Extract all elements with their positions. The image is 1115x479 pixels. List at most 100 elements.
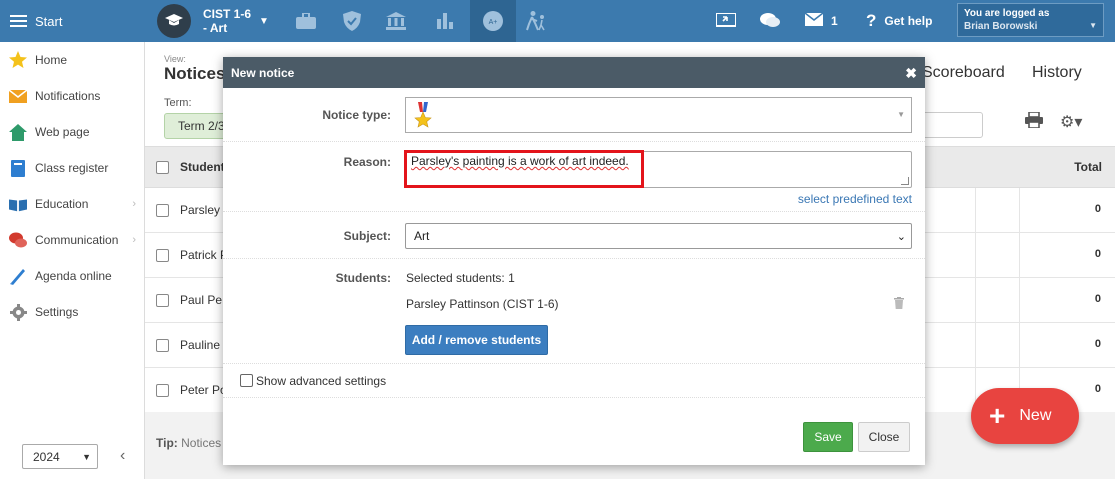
- chat-icon[interactable]: [760, 0, 780, 42]
- notice-award-icon[interactable]: A+: [470, 0, 516, 42]
- notebook-icon: [9, 159, 27, 177]
- close-icon[interactable]: ✖: [905, 65, 917, 82]
- student-name: Peter Po: [180, 383, 227, 397]
- fab-label: New: [1019, 407, 1052, 424]
- sidebar-item-class-register[interactable]: Class register: [0, 150, 144, 186]
- sidebar-item-label: Education: [35, 197, 89, 211]
- select-all-checkbox[interactable]: [156, 161, 169, 174]
- get-help-label: Get help: [884, 14, 933, 28]
- student-name: Pauline: [180, 338, 221, 352]
- sidebar-item-notifications[interactable]: Notifications: [0, 78, 144, 114]
- search-input[interactable]: [915, 112, 983, 138]
- top-bar: Start CIST 1-6 - Art ▼ A+ 1 ? Get help Y…: [0, 0, 1115, 42]
- chevron-down-icon: ▼: [259, 15, 269, 27]
- selected-students-count: Selected students: 1: [406, 271, 515, 285]
- trash-icon[interactable]: [894, 297, 904, 312]
- sidebar-item-label: Settings: [35, 305, 79, 319]
- medal-icon: [414, 102, 432, 132]
- row-total: 0: [1094, 203, 1101, 215]
- page-title: Notices: [164, 64, 226, 83]
- shield-icon[interactable]: [331, 0, 373, 42]
- sidebar-item-label: Communication: [35, 233, 119, 247]
- screen-share-icon[interactable]: [716, 0, 736, 42]
- row-total: 0: [1094, 383, 1101, 395]
- class-name-line1: CIST 1-6: [203, 7, 252, 21]
- sidebar-item-communication[interactable]: Communication ›: [0, 222, 144, 258]
- row-total: 0: [1094, 338, 1101, 350]
- close-button[interactable]: Close: [858, 422, 910, 452]
- class-selector[interactable]: CIST 1-6 - Art ▼: [157, 4, 269, 38]
- tip-body: Notices: [181, 436, 222, 450]
- show-advanced-settings-label[interactable]: Show advanced settings: [256, 374, 386, 388]
- view-label: View:: [164, 54, 186, 64]
- notice-type-label: Notice type:: [322, 108, 391, 122]
- gear-icon[interactable]: ⚙▾: [1060, 112, 1082, 132]
- resize-handle-icon[interactable]: [901, 177, 909, 185]
- briefcase-icon[interactable]: [285, 0, 327, 42]
- bar-chart-icon[interactable]: [424, 0, 466, 42]
- student-name: Parsley: [180, 203, 221, 217]
- subject-label: Subject:: [343, 229, 391, 243]
- sidebar-item-agenda-online[interactable]: Agenda online: [0, 258, 144, 294]
- class-name-line2: - Art: [203, 21, 228, 35]
- institution-icon[interactable]: [375, 0, 417, 42]
- column-header-total: Total: [1074, 160, 1102, 174]
- plus-icon: +: [989, 400, 1006, 431]
- notice-type-select[interactable]: ▼: [405, 97, 912, 133]
- sidebar-item-home[interactable]: Home: [0, 42, 144, 78]
- sidebar-item-education[interactable]: Education ›: [0, 186, 144, 222]
- sidebar-item-settings[interactable]: Settings: [0, 294, 144, 330]
- row-checkbox[interactable]: [156, 204, 169, 217]
- year-select[interactable]: 2024 ▼: [22, 444, 98, 469]
- column-divider: [1019, 188, 1020, 413]
- subject-value: Art: [414, 229, 430, 243]
- collapse-sidebar-icon[interactable]: ‹: [120, 447, 125, 465]
- dialog-header: New notice ✖: [223, 57, 925, 88]
- row-checkbox[interactable]: [156, 339, 169, 352]
- tip-text: Tip: Notices: [156, 436, 221, 450]
- user-menu[interactable]: You are logged as Brian Borowski ▼: [957, 3, 1104, 37]
- hamburger-icon: [10, 14, 27, 28]
- sidebar-item-label: Class register: [35, 161, 109, 175]
- new-notice-dialog: New notice ✖ Notice type: ▼ Reason: Pars…: [223, 57, 925, 465]
- get-help-button[interactable]: ? Get help: [866, 0, 932, 42]
- select-predefined-text-link[interactable]: select predefined text: [798, 192, 912, 206]
- class-name: CIST 1-6 - Art: [203, 7, 251, 35]
- student-name: Patrick P: [180, 248, 229, 262]
- sidebar-item-web-page[interactable]: Web page: [0, 114, 144, 150]
- row-checkbox[interactable]: [156, 294, 169, 307]
- walking-person-icon[interactable]: [515, 0, 557, 42]
- print-icon[interactable]: [1025, 111, 1043, 131]
- row-checkbox[interactable]: [156, 384, 169, 397]
- student-name: Paul Pe: [180, 293, 223, 307]
- start-label: Start: [35, 13, 63, 29]
- start-menu-button[interactable]: Start: [0, 0, 145, 42]
- messages-button[interactable]: 1: [804, 0, 838, 42]
- chevron-right-icon: ›: [132, 198, 136, 210]
- subject-select[interactable]: Art ⌄: [405, 223, 912, 249]
- dialog-title: New notice: [231, 65, 295, 80]
- tip-label: Tip:: [156, 436, 178, 450]
- term-label: Term:: [164, 97, 192, 109]
- show-advanced-settings-checkbox[interactable]: [240, 374, 253, 387]
- new-notice-fab[interactable]: + New: [971, 388, 1079, 444]
- house-icon: [9, 123, 27, 141]
- svg-text:A+: A+: [489, 19, 498, 26]
- envelope-icon: [804, 12, 824, 29]
- row-checkbox[interactable]: [156, 249, 169, 262]
- students-row: Students:: [223, 259, 925, 364]
- sidebar-item-label: Home: [35, 53, 68, 67]
- save-button[interactable]: Save: [803, 422, 853, 452]
- star-icon: [9, 51, 27, 69]
- logged-in-label: You are logged as: [964, 8, 1050, 19]
- book-icon: [9, 195, 27, 213]
- year-value: 2024: [33, 449, 60, 464]
- chevron-down-icon: ▼: [82, 451, 91, 462]
- gear-icon: [9, 303, 27, 321]
- students-label: Students:: [335, 271, 391, 285]
- row-total: 0: [1094, 293, 1101, 305]
- add-remove-students-button[interactable]: Add / remove students: [405, 325, 548, 355]
- tab-scoreboard[interactable]: Scoreboard: [922, 64, 1005, 82]
- chevron-down-icon: ⌄: [896, 230, 906, 243]
- tab-history[interactable]: History: [1032, 64, 1082, 82]
